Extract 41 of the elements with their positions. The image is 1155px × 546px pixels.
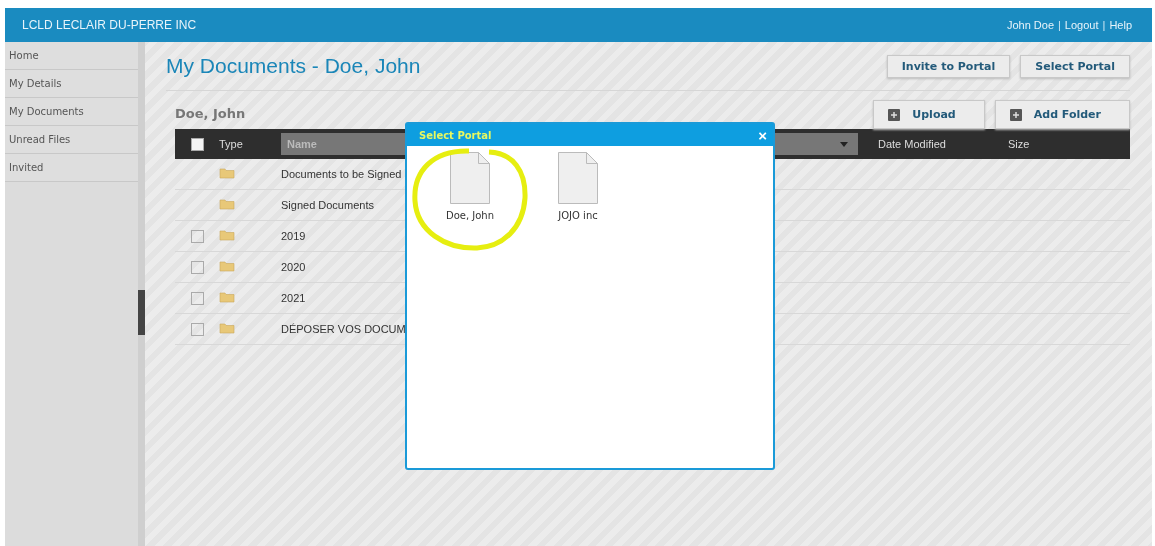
document-icon[interactable]	[450, 152, 490, 204]
folder-name[interactable]: Documents to be Signed	[281, 168, 402, 180]
folder-name[interactable]: Signed Documents	[281, 199, 374, 211]
folder-icon	[219, 322, 235, 334]
portal-name[interactable]: JOJO inc	[558, 210, 598, 221]
header-link[interactable]: Help	[1109, 19, 1132, 31]
row-checkbox[interactable]	[190, 229, 204, 243]
column-header[interactable]: Date Modified	[878, 138, 946, 150]
folder-name[interactable]: DÉPOSER VOS DOCUM	[281, 323, 406, 335]
portal-button[interactable]: Invite to Portal	[886, 54, 1011, 78]
folder-title: Doe, John	[175, 106, 246, 123]
header-link[interactable]: John Doe	[1006, 19, 1054, 31]
plus-icon	[888, 108, 901, 121]
folder-icon	[219, 260, 235, 272]
row-checkbox[interactable]	[190, 291, 204, 305]
folder-icon	[219, 198, 235, 210]
portal-button[interactable]: Select Portal	[1020, 54, 1130, 78]
folder-name[interactable]: 2020	[281, 261, 306, 273]
add-folder-button[interactable]: Add Folder	[994, 100, 1130, 129]
row-checkbox[interactable]	[190, 322, 204, 336]
folder-icon	[219, 167, 235, 179]
column-header[interactable]: Size	[1008, 138, 1030, 150]
link-separator: |	[1058, 19, 1061, 31]
folder-icon	[219, 229, 235, 241]
header-link[interactable]: Logout	[1064, 19, 1099, 31]
select-all-checkbox[interactable]	[190, 137, 204, 151]
plus-icon	[1009, 108, 1022, 121]
page-title: My Documents - Doe, John	[166, 54, 421, 78]
collapse-handle[interactable]	[138, 290, 145, 335]
folder-name[interactable]: 2019	[281, 230, 306, 242]
link-separator: |	[1102, 19, 1106, 31]
dialog-title: Select Portal	[419, 129, 492, 141]
caret-icon	[840, 141, 848, 147]
folder-icon	[219, 291, 235, 303]
folder-name[interactable]: 2021	[281, 292, 306, 304]
upload-button[interactable]: Upload	[873, 100, 985, 129]
column-header[interactable]: Type	[219, 138, 243, 150]
document-icon[interactable]	[558, 152, 598, 204]
row-checkbox[interactable]	[190, 260, 204, 274]
company-name: LCLD LECLAIR DU-PERRE INC	[22, 18, 197, 32]
portal-name[interactable]: Doe, John	[445, 210, 495, 221]
